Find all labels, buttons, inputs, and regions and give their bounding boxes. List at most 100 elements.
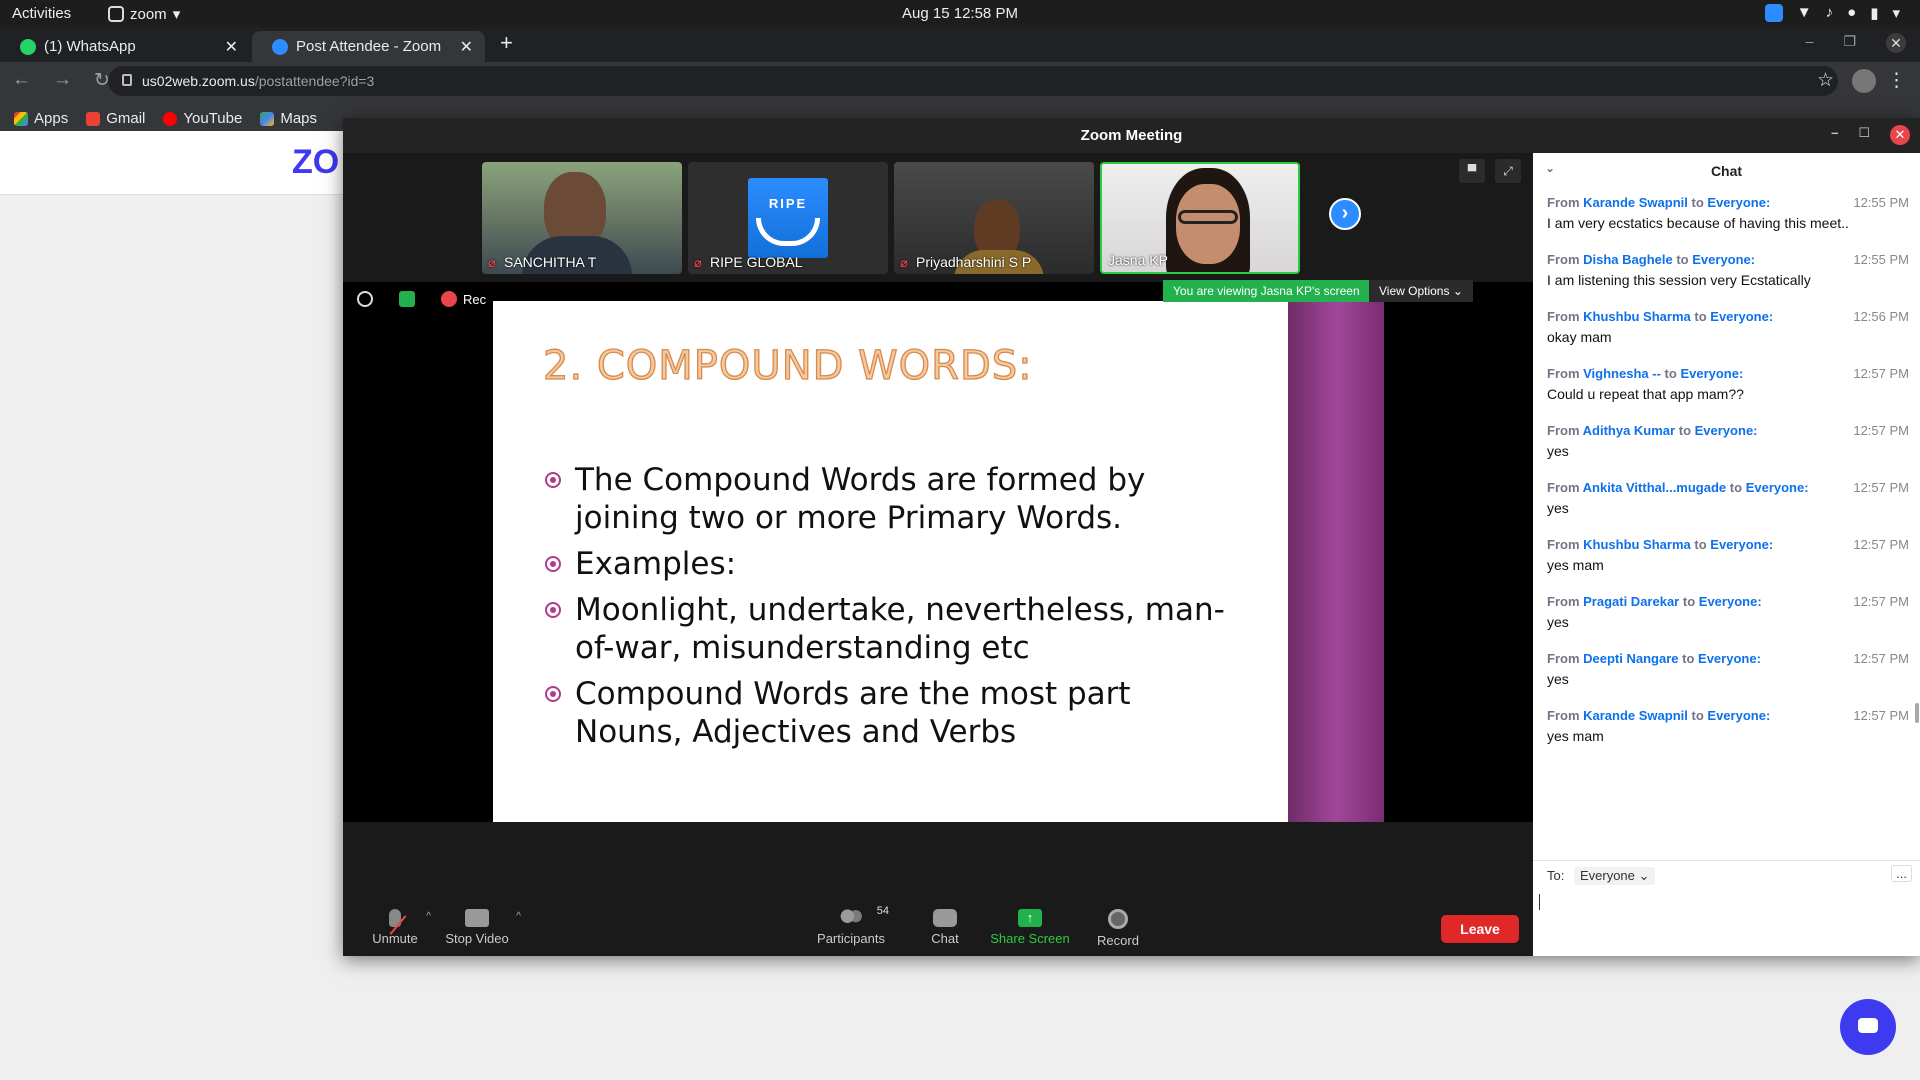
bookmark-youtube[interactable]: YouTube — [163, 106, 242, 131]
bookmark-label: Maps — [280, 110, 318, 127]
message-sender[interactable]: Disha Baghele — [1583, 252, 1673, 267]
mic-muted-icon: ⌀ — [900, 255, 908, 270]
to-word: to — [1691, 708, 1704, 723]
participant-tile[interactable]: ⌀ SANCHITHA T — [482, 162, 682, 274]
clock[interactable]: Aug 15 12:58 PM — [0, 5, 1920, 22]
slide-bullet: Examples: — [545, 545, 1245, 583]
tab-whatsapp[interactable]: (1) WhatsApp ✕ — [0, 31, 250, 62]
recipient-select[interactable]: Everyone ⌄ — [1573, 867, 1656, 885]
recording-indicator[interactable]: Rec — [441, 291, 486, 307]
more-options-button[interactable]: ... — [1891, 865, 1912, 882]
avatar[interactable] — [1852, 69, 1876, 93]
chat-message[interactable]: From Deepti Nangare to Everyone: 12:57 PM… — [1533, 643, 1913, 700]
logo-shape — [756, 218, 820, 246]
message-text: Could u repeat that app mam?? — [1547, 386, 1744, 402]
bookmark-gmail[interactable]: Gmail — [86, 106, 145, 131]
participant-tile[interactable]: ⌀ Priyadharshini S P — [894, 162, 1094, 274]
shield-icon[interactable] — [399, 291, 415, 307]
chat-message[interactable]: From Adithya Kumar to Everyone: 12:57 PM y… — [1533, 415, 1913, 472]
message-recipient: Everyone: — [1710, 537, 1774, 552]
record-button[interactable]: Record — [1093, 909, 1143, 948]
app-menu[interactable]: zoom ▾ — [108, 5, 180, 23]
view-options-dropdown[interactable]: View Options ⌄ — [1369, 280, 1473, 302]
message-sender[interactable]: Adithya Kumar — [1583, 423, 1675, 438]
minimize-icon[interactable]: – — [1831, 125, 1838, 145]
chat-message[interactable]: From Karande Swapnil to Everyone: 12:55 P… — [1533, 187, 1913, 244]
minimize-icon[interactable]: – — [1806, 33, 1814, 53]
browser-menu-icon[interactable]: ⋮ — [1887, 69, 1906, 92]
new-tab-button[interactable]: + — [500, 30, 513, 56]
text-caret — [1539, 894, 1540, 910]
chat-input[interactable] — [1533, 888, 1920, 956]
window-title: Zoom Meeting — [1080, 127, 1183, 144]
bookmark-star-icon[interactable]: ☆ — [1817, 69, 1834, 92]
stop-video-button[interactable]: Stop Video ^ — [441, 909, 521, 946]
unmute-button[interactable]: Unmute ^ — [367, 909, 431, 946]
battery-icon: ▮ — [1870, 5, 1879, 22]
participants-button[interactable]: 54 Participants — [813, 905, 889, 946]
chevron-down-icon[interactable]: ⌄ — [1545, 161, 1555, 175]
activities-button[interactable]: Activities — [12, 5, 71, 22]
fullscreen-icon[interactable]: ⤢ — [1495, 159, 1521, 183]
support-chat-button[interactable] — [1840, 999, 1896, 1055]
chat-message[interactable]: From Karande Swapnil to Everyone: 12:57 P… — [1533, 700, 1913, 745]
maps-icon — [260, 111, 275, 126]
tab-zoom[interactable]: Post Attendee - Zoom ✕ — [252, 31, 485, 62]
chat-message-list[interactable]: From Karande Swapnil to Everyone: 12:55 P… — [1533, 187, 1913, 745]
forward-icon[interactable]: → — [53, 69, 72, 92]
chevron-down-icon: ▾ — [1892, 5, 1900, 22]
message-sender[interactable]: Ankita Vitthal...mugade — [1583, 480, 1727, 495]
bookmark-apps[interactable]: Apps — [14, 106, 68, 131]
close-tab-icon[interactable]: ✕ — [460, 37, 473, 57]
chat-scrollbar[interactable] — [1915, 703, 1919, 723]
chat-button[interactable]: Chat — [920, 909, 970, 946]
chat-message[interactable]: From Vighnesha -- to Everyone: 12:57 PM Co… — [1533, 358, 1913, 415]
chat-message[interactable]: From Khushbu Sharma to Everyone: 12:57 PM… — [1533, 529, 1913, 586]
message-recipient: Everyone: — [1707, 708, 1771, 723]
message-recipient: Everyone: — [1680, 366, 1744, 381]
chat-message[interactable]: From Khushbu Sharma to Everyone: 12:56 PM… — [1533, 301, 1913, 358]
zoom-favicon-icon — [272, 38, 288, 55]
to-word: to — [1664, 366, 1677, 381]
video-options-caret-icon[interactable]: ^ — [516, 911, 521, 922]
participant-tile[interactable]: RIPE ⌀ RIPE GLOBAL — [688, 162, 888, 274]
audio-options-caret-icon[interactable]: ^ — [426, 911, 431, 922]
message-sender[interactable]: Vighnesha -- — [1583, 366, 1661, 381]
chat-message[interactable]: From Disha Baghele to Everyone: 12:55 PM I… — [1533, 244, 1913, 301]
close-window-icon[interactable]: ✕ — [1886, 33, 1906, 53]
message-sender[interactable]: Karande Swapnil — [1583, 195, 1688, 210]
from-word: From — [1547, 309, 1580, 324]
zoom-tray-icon[interactable] — [1764, 4, 1783, 22]
camera-icon — [465, 909, 489, 927]
restore-icon[interactable]: ❐ — [1843, 33, 1856, 53]
from-word: From — [1547, 537, 1580, 552]
close-tab-icon[interactable]: ✕ — [225, 37, 238, 57]
message-sender[interactable]: Khushbu Sharma — [1583, 537, 1691, 552]
address-bar[interactable]: us02web.zoom.us/postattendee?id=3 — [108, 66, 1838, 96]
message-sender[interactable]: Deepti Nangare — [1583, 651, 1678, 666]
active-speaker-tile[interactable]: Jasna KP — [1100, 162, 1300, 274]
message-sender[interactable]: Karande Swapnil — [1583, 708, 1688, 723]
back-icon[interactable]: ← — [12, 69, 31, 92]
zoom-logo[interactable]: ZO — [292, 143, 339, 182]
mic-muted-icon: ⌀ — [694, 255, 702, 270]
message-sender[interactable]: Khushbu Sharma — [1583, 309, 1691, 324]
next-page-button[interactable]: › — [1329, 198, 1361, 230]
chat-message[interactable]: From Ankita Vitthal...mugade to Everyone… — [1533, 472, 1913, 529]
message-sender[interactable]: Pragati Darekar — [1583, 594, 1679, 609]
message-recipient: Everyone: — [1692, 252, 1756, 267]
share-screen-button[interactable]: ↑ Share Screen — [985, 909, 1075, 946]
close-icon[interactable]: ✕ — [1890, 125, 1910, 145]
bookmark-maps[interactable]: Maps — [260, 106, 317, 131]
message-recipient: Everyone: — [1745, 480, 1809, 495]
chat-message[interactable]: From Pragati Darekar to Everyone: 12:57 P… — [1533, 586, 1913, 643]
leave-button[interactable]: Leave — [1441, 915, 1519, 943]
maximize-icon[interactable]: ☐ — [1858, 125, 1870, 145]
layout-toggle-icon[interactable]: ▀ — [1459, 159, 1485, 183]
message-recipient: Everyone: — [1698, 651, 1761, 666]
lock-icon[interactable] — [122, 74, 132, 86]
message-recipient: Everyone: — [1694, 423, 1758, 438]
info-icon[interactable] — [357, 291, 373, 307]
system-tray[interactable]: ▼ ♪ ● ▮ ▾ — [1764, 4, 1900, 22]
view-options-label: View Options — [1379, 284, 1450, 298]
